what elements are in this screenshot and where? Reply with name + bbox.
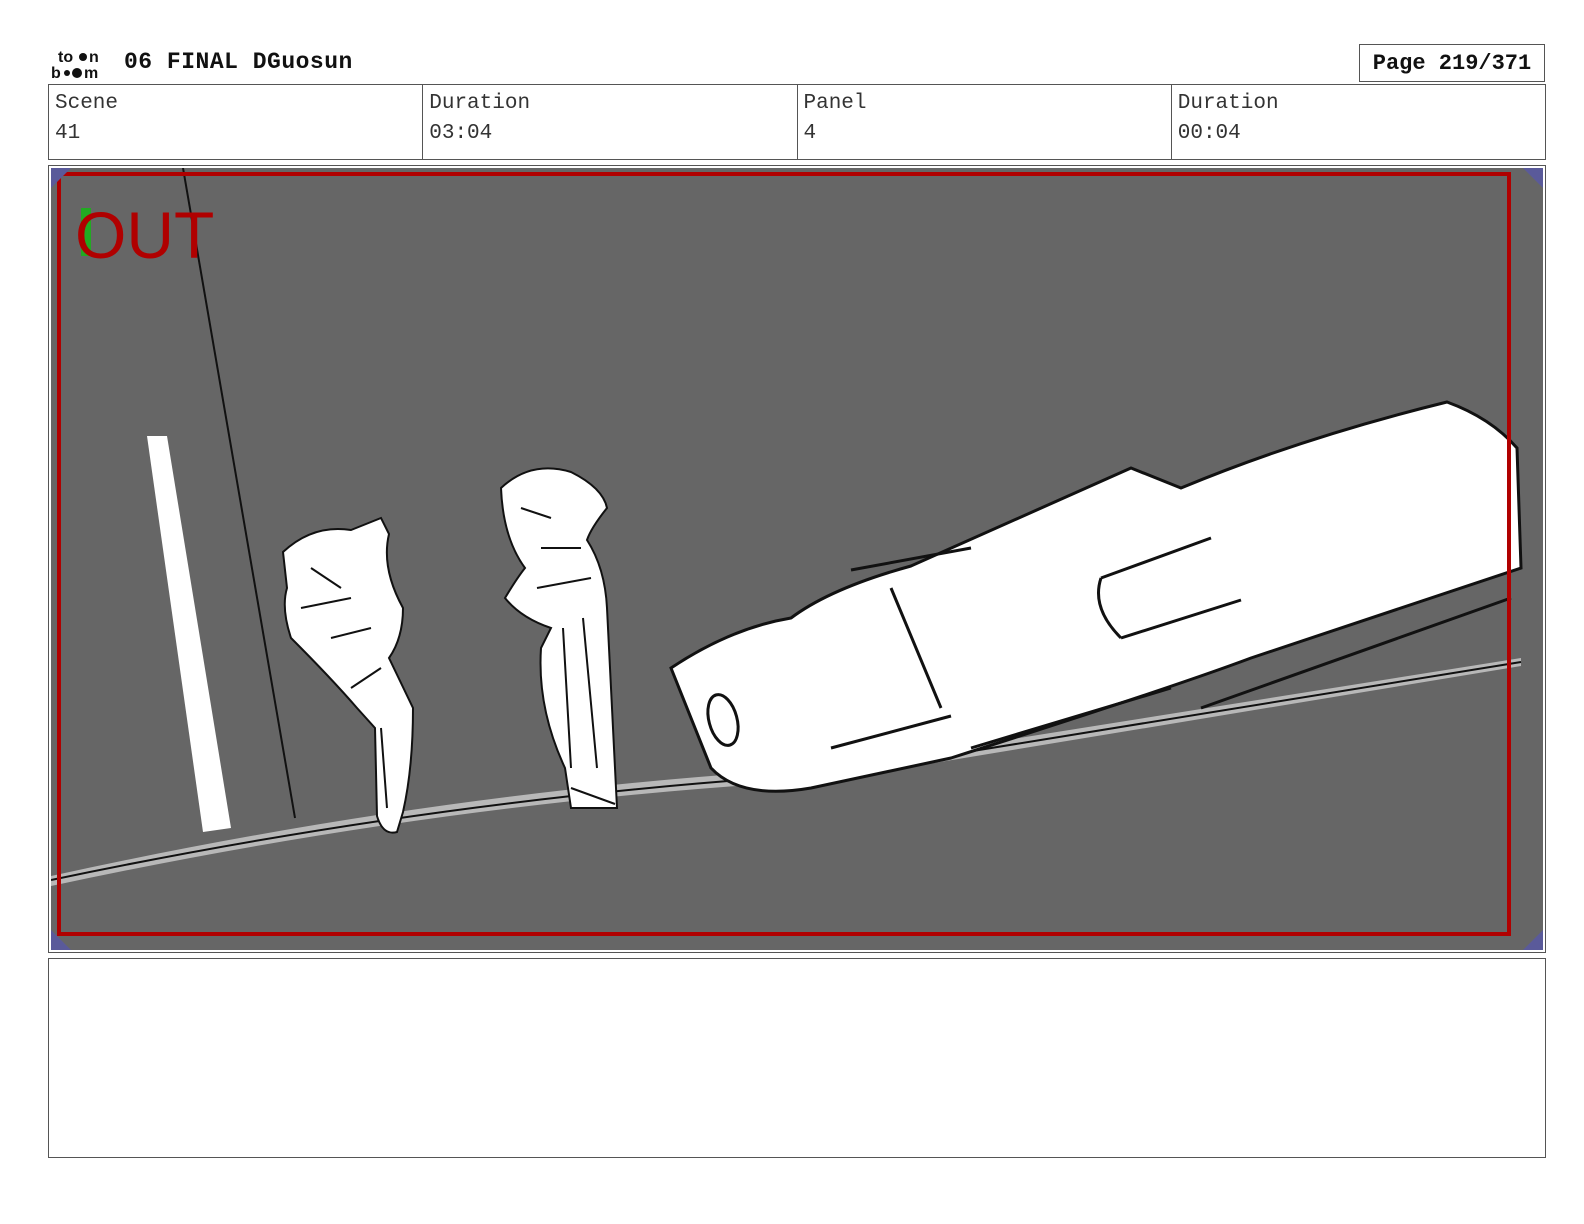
out-overlay-label: OUT: [75, 198, 214, 272]
svg-text:m: m: [84, 65, 98, 80]
page-header: to n b m 06 FINAL DGuosun Page 219/371: [48, 44, 1545, 84]
panel-duration-value: 00:04: [1177, 122, 1241, 145]
svg-text:to: to: [58, 49, 73, 66]
scene-duration-label: Duration: [429, 92, 531, 115]
panel-notes-area: [48, 958, 1546, 1158]
scene-value: 41: [55, 122, 81, 145]
svg-text:n: n: [89, 49, 99, 66]
page-counter: Page 219/371: [1359, 44, 1545, 82]
panel-drawing: OUT: [51, 168, 1543, 950]
panel-cell: Panel 4: [798, 85, 1172, 159]
scene-duration-cell: Duration 03:04: [423, 85, 798, 159]
svg-text:b: b: [51, 65, 61, 80]
panel-duration-cell: Duration 00:04: [1172, 85, 1545, 159]
panel-duration-label: Duration: [1177, 92, 1279, 115]
scene-label: Scene: [55, 92, 119, 115]
scene-duration-value: 03:04: [429, 122, 493, 145]
panel-value: 4: [803, 122, 817, 145]
toonboom-logo-icon: to n b m: [50, 48, 106, 80]
document-title: 06 FINAL DGuosun: [124, 49, 353, 75]
storyboard-panel: OUT: [48, 165, 1546, 953]
panel-info-table: Scene 41 Duration 03:04 Panel 4 Duration…: [48, 84, 1546, 160]
panel-label: Panel: [803, 92, 867, 115]
scene-cell: Scene 41: [49, 85, 424, 159]
